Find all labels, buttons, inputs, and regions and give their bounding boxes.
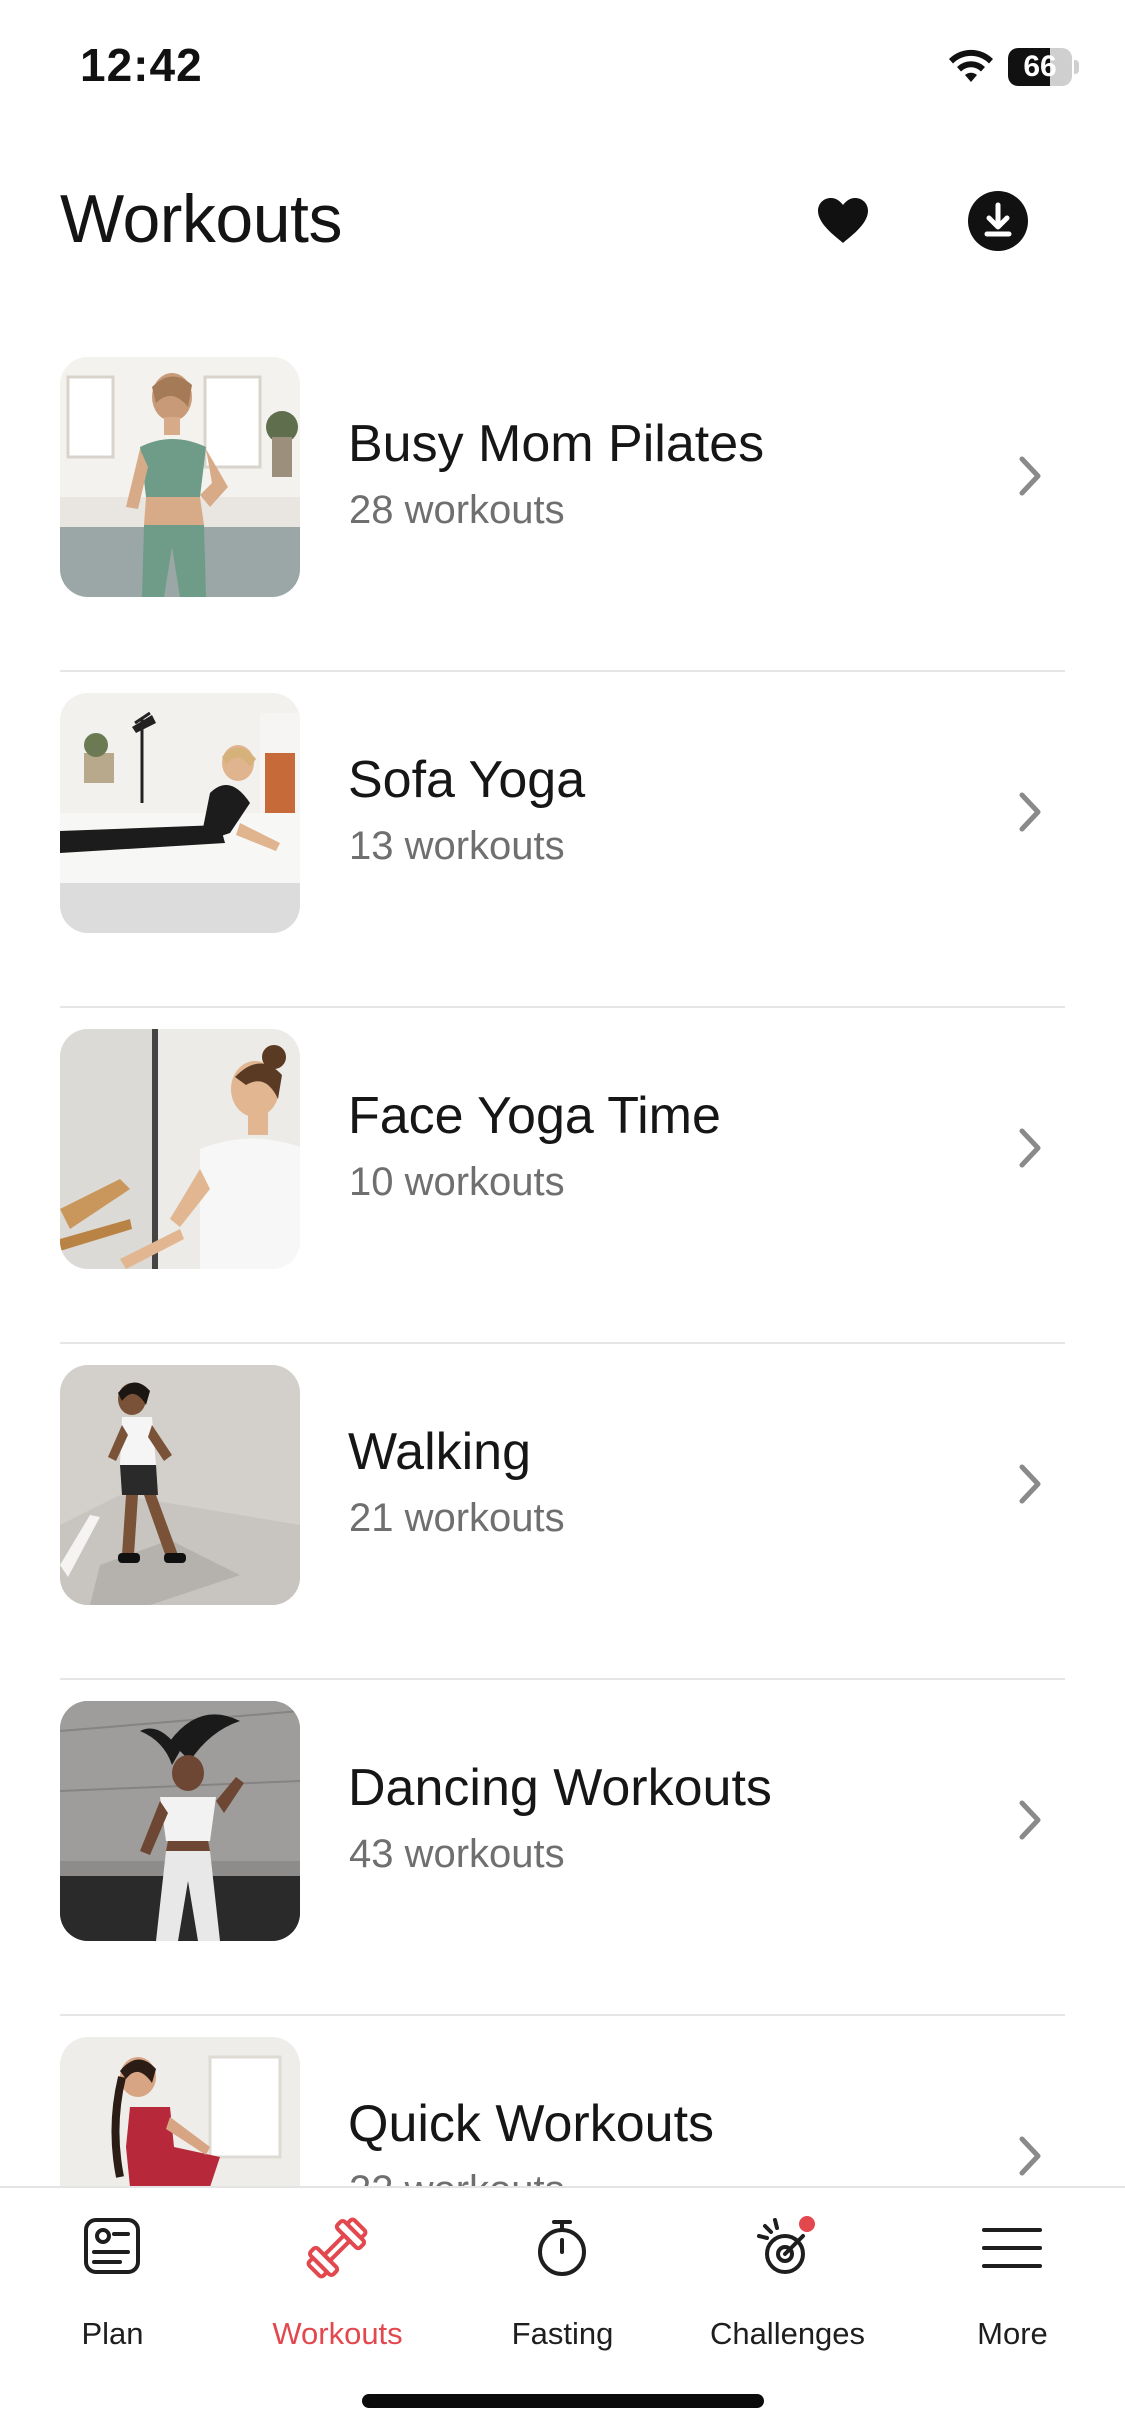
- tab-fasting[interactable]: Fasting: [450, 2212, 675, 2362]
- heart-icon: [818, 198, 868, 243]
- program-item-sofa-yoga[interactable]: Sofa Yoga 13 workouts: [0, 672, 1125, 1008]
- program-workout-count: 10 workouts: [349, 1160, 565, 1204]
- stopwatch-icon: [538, 2220, 586, 2276]
- battery-indicator: 66: [1008, 48, 1079, 86]
- program-workout-count: 28 workouts: [349, 488, 565, 532]
- downloads-button[interactable]: [963, 186, 1033, 256]
- program-title: Face Yoga Time: [348, 1087, 721, 1145]
- chevron-right-icon: [1019, 792, 1041, 832]
- program-item-walking[interactable]: Walking 21 workouts: [0, 1344, 1125, 1680]
- chevron-right-icon: [1019, 1800, 1041, 1840]
- status-bar: 12:42 66: [0, 0, 1125, 135]
- program-workout-count: 43 workouts: [349, 1832, 565, 1876]
- program-title: Quick Workouts: [348, 2095, 715, 2153]
- program-item-dancing-workouts[interactable]: Dancing Workouts 43 workouts: [0, 1680, 1125, 2016]
- tab-more[interactable]: More: [900, 2212, 1125, 2362]
- program-title: Sofa Yoga: [348, 751, 586, 809]
- program-thumbnail: [60, 1029, 300, 1269]
- plan-icon: [84, 2218, 140, 2274]
- tab-plan[interactable]: Plan: [0, 2212, 225, 2362]
- chevron-right-icon: [1019, 1128, 1041, 1168]
- target-icon: [757, 2216, 815, 2274]
- tab-label: Workouts: [272, 2316, 403, 2351]
- home-indicator[interactable]: [362, 2394, 764, 2408]
- tab-workouts[interactable]: Workouts: [225, 2212, 450, 2362]
- dumbbell-icon: [306, 2217, 368, 2279]
- wifi-icon: [949, 49, 993, 82]
- program-workout-count: 21 workouts: [349, 1496, 565, 1540]
- program-title: Busy Mom Pilates: [348, 415, 765, 473]
- tab-label: Plan: [81, 2316, 144, 2351]
- menu-icon: [982, 2228, 1042, 2268]
- tab-label: More: [977, 2316, 1048, 2351]
- tab-challenges[interactable]: Challenges: [675, 2212, 900, 2362]
- program-title: Walking: [348, 1423, 532, 1481]
- tab-label: Challenges: [709, 2316, 866, 2351]
- chevron-right-icon: [1019, 1464, 1041, 1504]
- program-item-face-yoga-time[interactable]: Face Yoga Time 10 workouts: [0, 1008, 1125, 1344]
- page-title: Workouts: [60, 181, 342, 257]
- program-workout-count: 13 workouts: [349, 824, 565, 868]
- tab-label: Fasting: [511, 2316, 614, 2351]
- program-item-busy-mom-pilates[interactable]: Busy Mom Pilates 28 workouts: [0, 336, 1125, 672]
- program-thumbnail: [60, 1701, 300, 1941]
- program-list: Busy Mom Pilates 28 workouts Sofa Yoga 1…: [0, 336, 1125, 2352]
- chevron-right-icon: [1019, 2136, 1041, 2176]
- workouts-screen: 12:42 66 Workouts Busy Mom Pilates 28 wo…: [0, 0, 1125, 2436]
- notification-badge: [799, 2216, 815, 2232]
- favorites-button[interactable]: [808, 186, 878, 256]
- program-thumbnail: [60, 693, 300, 933]
- program-thumbnail: [60, 357, 300, 597]
- program-title: Dancing Workouts: [348, 1759, 772, 1817]
- battery-level: 66: [1023, 50, 1057, 83]
- status-time: 12:42: [80, 39, 203, 91]
- download-icon: [968, 191, 1028, 251]
- program-thumbnail: [60, 1365, 300, 1605]
- chevron-right-icon: [1019, 456, 1041, 496]
